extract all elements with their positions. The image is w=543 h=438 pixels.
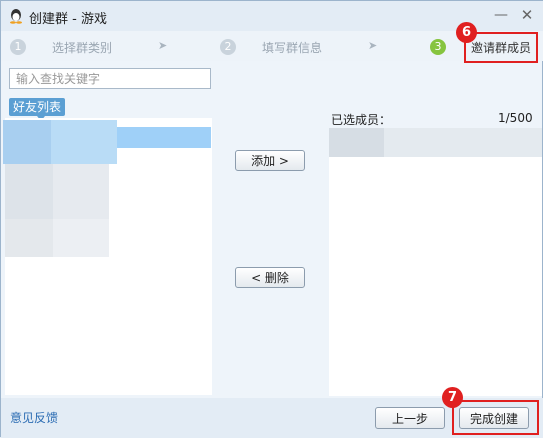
qq-penguin-icon: [10, 9, 22, 24]
add-button[interactable]: 添加 >: [235, 150, 305, 171]
create-group-window: 创建群 - 游戏 — ✕ 1 选择群类别 ➤ 2 填写群信息 ➤ 3 邀请群成员…: [0, 0, 543, 438]
selected-friend-highlight[interactable]: [117, 127, 211, 148]
selected-members-count: 1/500: [498, 111, 533, 125]
tab-friend-list[interactable]: 好友列表: [9, 98, 66, 121]
close-button[interactable]: ✕: [517, 5, 537, 25]
step-3-number: 3: [430, 39, 446, 55]
selected-members-label: 已选成员：: [331, 113, 392, 127]
step-arrow-icon: ➤: [368, 39, 378, 52]
step-2-label: 填写群信息: [262, 41, 323, 55]
step-1-label: 选择群类别: [52, 41, 113, 55]
minimize-button[interactable]: —: [491, 5, 511, 25]
search-input[interactable]: [9, 68, 211, 89]
callout-badge-7: 7: [442, 387, 463, 408]
friend-name-blurred[interactable]: [53, 164, 109, 219]
feedback-link[interactable]: 意见反馈: [10, 409, 58, 426]
friend-name-blurred[interactable]: [51, 120, 117, 164]
friend-avatar-blurred[interactable]: [3, 120, 51, 164]
callout-badge-6: 6: [456, 22, 477, 43]
remove-button[interactable]: < 删除: [235, 267, 305, 288]
friend-avatar-blurred[interactable]: [5, 219, 53, 257]
window-title: 创建群 - 游戏: [29, 12, 107, 27]
callout-box-finish: [452, 400, 539, 435]
step-arrow-icon: ➤: [158, 39, 168, 52]
member-name-blurred[interactable]: [384, 128, 542, 157]
member-avatar-blurred[interactable]: [329, 128, 384, 157]
friend-name-blurred[interactable]: [53, 219, 109, 257]
previous-step-button[interactable]: 上一步: [375, 407, 445, 429]
step-2-number: 2: [220, 39, 236, 55]
selected-member-list[interactable]: [329, 128, 542, 396]
friend-avatar-blurred[interactable]: [5, 164, 53, 219]
step-1-number: 1: [10, 39, 26, 55]
